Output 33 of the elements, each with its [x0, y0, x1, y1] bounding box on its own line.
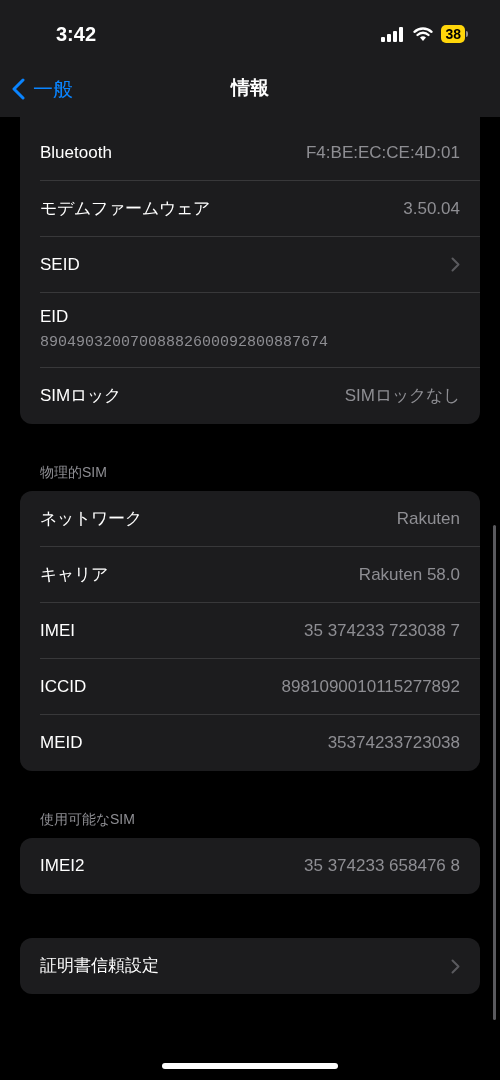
row-label: IMEI2 — [40, 855, 85, 878]
row-value: Rakuten 58.0 — [358, 563, 460, 586]
battery-indicator: 38 — [441, 25, 468, 43]
row-label: EID — [40, 306, 70, 328]
back-button[interactable]: 一般 — [12, 73, 73, 104]
settings-row[interactable]: 証明書信頼設定 — [40, 938, 480, 994]
row-label: ネットワーク — [40, 507, 142, 530]
section-header: 物理的SIM — [40, 463, 108, 482]
row-label: キャリア — [40, 563, 108, 586]
row-value: 35 374233 658476 8 — [304, 855, 460, 878]
section-header: 使用可能なSIM — [40, 810, 136, 829]
row-label: モデムファームウェア — [40, 197, 210, 220]
signal-icon — [381, 26, 406, 42]
row-label: IMEI — [40, 619, 75, 642]
row-label: SIMロック — [40, 385, 122, 408]
row-value: Rakuten — [396, 507, 460, 530]
row-value: 8981090010115277892 — [281, 675, 460, 698]
row-label: ICCID — [40, 675, 87, 698]
page-title: 情報 — [231, 76, 269, 101]
wifi-icon — [413, 26, 434, 42]
row-value: F4:BE:EC:CE:4D:01 — [306, 141, 460, 164]
chevron-icon — [451, 958, 460, 974]
row-value: 35374233723038 — [327, 732, 460, 755]
settings-row[interactable]: SEID — [40, 237, 480, 293]
row-value: 3.50.04 — [403, 197, 460, 220]
row-label: MEID — [40, 732, 83, 755]
row-value: 89049032007008882600092800887674 — [40, 333, 330, 353]
back-chevron-icon — [12, 77, 25, 100]
status-time: 3:42 — [56, 22, 97, 47]
row-value: SIMロックなし — [344, 385, 460, 408]
chevron-icon — [451, 257, 460, 272]
row-label: Bluetooth — [40, 141, 112, 164]
row-value: 35 374233 723038 7 — [304, 619, 460, 642]
